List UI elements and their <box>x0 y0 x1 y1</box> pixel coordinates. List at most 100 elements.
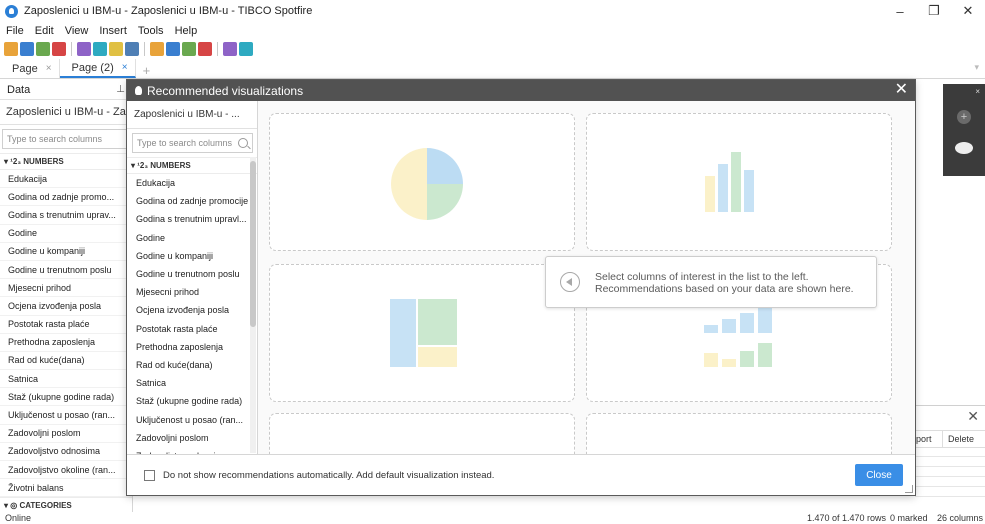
menu-edit[interactable]: Edit <box>35 25 54 37</box>
status-bar: Online 1.470 of 1.470 rows 0 marked 26 c… <box>0 512 985 524</box>
column-item[interactable]: Zadovoljni poslom <box>127 429 257 447</box>
recommendation-card-pie[interactable] <box>269 113 575 251</box>
column-item[interactable]: Rad od kuće(dana) <box>127 356 257 374</box>
chevron-down-icon[interactable]: ▾ <box>974 62 979 73</box>
column-item[interactable]: Životni balans <box>0 479 132 498</box>
column-item[interactable]: Zadovoljstvo odnosima <box>0 443 132 461</box>
column-item[interactable]: Zadovoljni poslom <box>0 425 132 443</box>
filter-icon[interactable] <box>77 42 91 56</box>
menu-insert[interactable]: Insert <box>99 25 127 37</box>
column-item[interactable]: Godine u trenutnom poslu <box>127 265 257 283</box>
column-item[interactable]: Godine u kompaniji <box>127 247 257 265</box>
undo-icon[interactable] <box>36 42 50 56</box>
comment-icon[interactable] <box>955 142 973 154</box>
column-item[interactable]: Ocjena izvođenja posla <box>127 301 257 319</box>
pin-icon[interactable]: ⊥ <box>116 84 125 95</box>
recommendation-card-bar[interactable] <box>586 113 892 251</box>
treemap-icon[interactable] <box>198 42 212 56</box>
tab-close-icon[interactable]: × <box>122 62 128 73</box>
minimize-button[interactable]: – <box>883 0 917 22</box>
column-item[interactable]: Prethodna zaposlenja <box>127 338 257 356</box>
column-item[interactable]: Godina od zadnje promocije <box>127 192 257 210</box>
add-page-button[interactable]: + <box>136 63 158 78</box>
dialog-close-button[interactable]: ✕ <box>895 81 908 99</box>
bar-1 <box>705 176 715 212</box>
pie-chart-placeholder-icon <box>391 148 463 220</box>
bar-chart-icon[interactable] <box>109 42 123 56</box>
auto-recommend-label[interactable]: Do not show recommendations automaticall… <box>163 469 494 482</box>
tab-page-2[interactable]: Page (2) × <box>59 59 136 78</box>
column-item[interactable]: Staž (ukupne godine rada) <box>0 388 132 407</box>
recommendation-card-treemap[interactable] <box>269 264 575 402</box>
pie-chart-icon[interactable] <box>150 42 164 56</box>
table-row <box>915 456 985 457</box>
data-panel: Data ⊥ Zaposlenici u IBM-u - Zap... Type… <box>0 80 133 515</box>
table-icon[interactable] <box>93 42 107 56</box>
dialog-search-input[interactable]: Type to search columns <box>132 133 253 153</box>
maximize-button[interactable]: ❐ <box>917 0 951 22</box>
column-item[interactable]: Mjesecni prihod <box>127 283 257 301</box>
dialog-numbers-group[interactable]: ▾ ¹2₃ NUMBERS <box>127 157 257 174</box>
column-item[interactable]: Godine u trenutnom poslu <box>0 261 132 280</box>
column-list-scrollbar[interactable] <box>250 157 256 453</box>
data-search-input[interactable]: Type to search columns <box>2 129 130 149</box>
add-icon[interactable]: + <box>957 110 971 124</box>
text-area-icon[interactable] <box>239 42 253 56</box>
column-count: 26 columns <box>937 513 984 523</box>
column-item[interactable]: Godina s trenutnim upravl... <box>127 210 257 228</box>
spotfire-logo-icon <box>5 4 18 18</box>
tab-page[interactable]: Page × <box>0 59 60 78</box>
menu-bar: File Edit View Insert Tools Help <box>0 22 985 39</box>
menu-help[interactable]: Help <box>175 25 198 37</box>
heatmap-cell <box>722 319 736 333</box>
line-chart-icon[interactable] <box>125 42 139 56</box>
scrollbar-thumb[interactable] <box>250 161 256 327</box>
save-icon[interactable] <box>20 42 34 56</box>
column-item[interactable]: Godine u kompaniji <box>0 243 132 261</box>
column-item[interactable]: Staž (ukupne godine rada) <box>127 392 257 410</box>
heatmap-icon[interactable] <box>223 42 237 56</box>
title-bar: Zaposlenici u IBM-u - Zaposlenici u IBM-… <box>0 0 985 22</box>
menu-tools[interactable]: Tools <box>138 25 164 37</box>
column-item[interactable]: Rad od kuće(dana) <box>0 352 132 371</box>
treemap-block <box>418 347 457 367</box>
scatter-icon[interactable] <box>166 42 180 56</box>
recommendation-card[interactable] <box>586 413 892 454</box>
column-item[interactable]: Satnica <box>127 374 257 392</box>
column-item[interactable]: Satnica <box>0 370 132 389</box>
open-icon[interactable] <box>4 42 18 56</box>
data-source-selector[interactable]: Zaposlenici u IBM-u - Zap... <box>0 100 132 125</box>
recommendation-card[interactable] <box>269 413 575 454</box>
column-item[interactable]: Uključenost u posao (ran... <box>0 406 132 425</box>
menu-file[interactable]: File <box>6 25 24 37</box>
close-button[interactable]: Close <box>855 464 903 486</box>
menu-view[interactable]: View <box>65 25 89 37</box>
column-item[interactable]: Postotak rasta plaće <box>127 320 257 338</box>
column-item[interactable]: Edukacija <box>127 174 257 192</box>
column-item[interactable]: Godina s trenutnim uprav... <box>0 206 132 225</box>
redo-icon[interactable] <box>52 42 66 56</box>
column-item[interactable]: Godine <box>0 225 132 243</box>
column-item[interactable]: Uključenost u posao (ran... <box>127 410 257 428</box>
column-item[interactable]: Ocjena izvođenja posla <box>0 297 132 316</box>
recommendation-grid: Select columns of interest in the list t… <box>258 101 915 454</box>
auto-recommend-checkbox[interactable] <box>144 470 155 481</box>
resize-grip-icon[interactable] <box>905 485 913 493</box>
column-item[interactable]: Edukacija <box>0 170 132 189</box>
column-item[interactable]: Godina od zadnje promo... <box>0 188 132 207</box>
heatmap-cell <box>740 351 754 367</box>
column-item[interactable]: Postotak rasta plaće <box>0 316 132 334</box>
map-icon[interactable] <box>182 42 196 56</box>
column-item[interactable]: Mjesecni prihod <box>0 279 132 298</box>
close-icon[interactable]: × <box>975 87 980 96</box>
dialog-data-source[interactable]: Zaposlenici u IBM-u - ... <box>127 101 257 129</box>
column-item[interactable]: Prethodna zaposlenja <box>0 334 132 352</box>
close-icon[interactable]: ✕ <box>967 408 979 425</box>
column-item[interactable]: Godine <box>127 229 257 247</box>
column-item[interactable]: Zadovoljstvo okoline (ran... <box>0 461 132 480</box>
numbers-group-header[interactable]: ▾ ¹2₃ NUMBERS <box>0 153 132 170</box>
close-window-button[interactable]: ✕ <box>951 0 985 22</box>
tab-close-icon[interactable]: × <box>46 63 52 74</box>
table-row <box>915 486 985 487</box>
data-panel-title: Data <box>7 83 31 96</box>
